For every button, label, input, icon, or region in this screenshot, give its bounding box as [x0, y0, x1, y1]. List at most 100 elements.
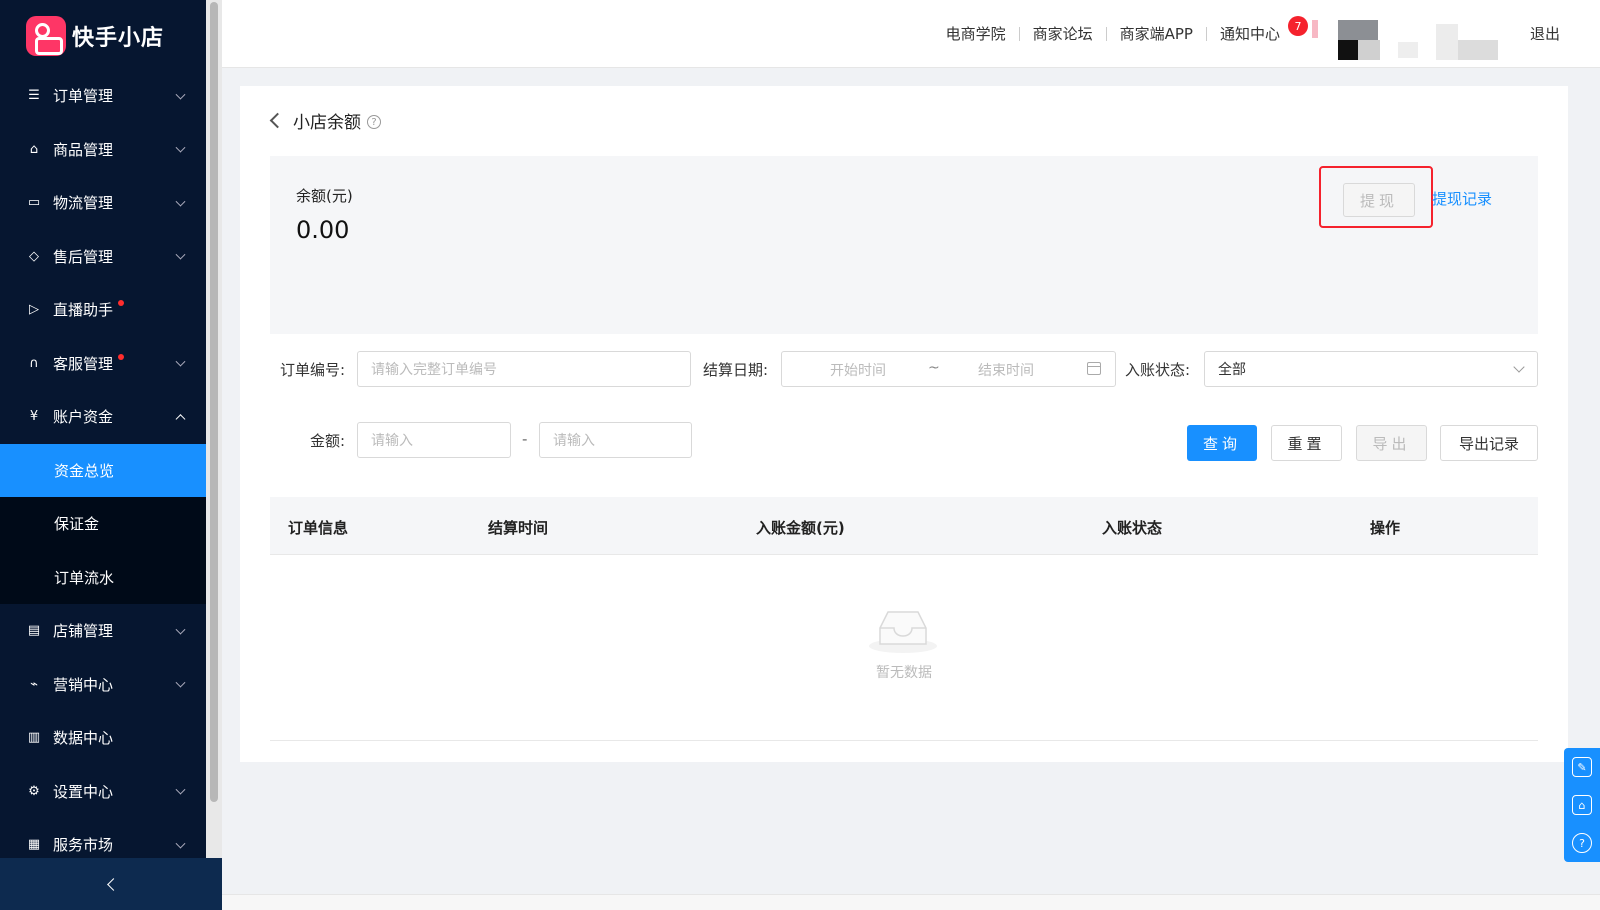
end-date-input[interactable]: 结束时间 [978, 360, 1034, 380]
sidebar-item-settings[interactable]: ⚙ 设置中心 [0, 765, 206, 819]
balance-value: 0.00 [296, 216, 350, 244]
sidebar-item-logistics[interactable]: ▭ 物流管理 [0, 176, 206, 230]
bag-icon: ⌂ [29, 141, 39, 157]
graduation-cap-icon[interactable]: ⌂ [1572, 795, 1592, 815]
status-select-value: 全部 [1218, 362, 1246, 378]
help-icon[interactable]: ? [367, 115, 381, 129]
yen-icon: ¥ [29, 409, 39, 425]
chevron-down-icon [175, 356, 186, 367]
sidebar-item-data[interactable]: ▥ 数据中心 [0, 711, 206, 765]
chevron-down-icon [175, 249, 186, 260]
sidebar-item-label: 客服管理 [53, 354, 114, 373]
reset-button[interactable]: 重置 [1271, 425, 1342, 461]
balance-summary: 余额(元) 0.00 提现 提现记录 [270, 156, 1538, 334]
amount-separator: - [522, 430, 528, 448]
logout-link[interactable]: 退出 [1530, 23, 1560, 44]
sidebar-item-label: 资金总览 [54, 461, 115, 480]
chevron-down-icon [175, 838, 186, 849]
sidebar-item-deposit[interactable]: 保证金 [0, 497, 206, 551]
sidebar-item-order-flow[interactable]: 订单流水 [0, 551, 206, 605]
shield-icon: ◇ [29, 248, 39, 264]
withdraw-button[interactable]: 提现 [1343, 183, 1415, 217]
amount-min-input[interactable]: 请输入 [357, 422, 511, 458]
truck-icon: ▭ [27, 195, 41, 211]
notification-dot [118, 353, 124, 360]
status-select[interactable]: 全部 [1204, 351, 1538, 387]
floating-toolbar: ✎ ⌂ ? [1564, 748, 1600, 862]
link-notification-center[interactable]: 通知中心 [1220, 23, 1280, 44]
logo[interactable]: 快手小店 [26, 14, 164, 58]
kuaishou-logo-icon [26, 16, 66, 56]
sidebar-item-funds-overview[interactable]: 资金总览 [0, 443, 206, 497]
account-funds-submenu: 资金总览 保证金 订单流水 [0, 443, 206, 605]
balance-label: 余额(元) [296, 187, 353, 205]
start-date-input[interactable]: 开始时间 [830, 360, 886, 380]
footer-strip [222, 894, 1600, 910]
sidebar-item-products[interactable]: ⌂ 商品管理 [0, 123, 206, 177]
sidebar-item-label: 直播助手 [53, 301, 114, 320]
back-arrow-icon[interactable] [269, 112, 286, 129]
sidebar-item-label: 数据中心 [53, 729, 114, 748]
sidebar-item-orders[interactable]: ☰ 订单管理 [0, 69, 206, 123]
date-range-picker[interactable]: 开始时间 ~ 结束时间 [781, 351, 1116, 387]
column-header: 入账状态 [1102, 519, 1163, 537]
headset-icon: ∩ [29, 355, 39, 371]
export-button[interactable]: 导出 [1356, 425, 1427, 461]
chevron-down-icon [175, 677, 186, 688]
sidebar-item-label: 设置中心 [53, 782, 114, 801]
column-header: 操作 [1370, 519, 1401, 537]
video-icon: ▷ [29, 302, 39, 318]
store-icon: ▤ [27, 623, 41, 639]
divider [1018, 26, 1020, 41]
chevron-up-icon [175, 413, 186, 424]
sidebar-item-label: 账户资金 [53, 408, 114, 427]
sidebar-item-label: 服务市场 [53, 836, 114, 855]
sidebar-scrollbar[interactable] [206, 0, 222, 858]
column-header: 入账金额(元) [756, 519, 845, 537]
order-no-input[interactable]: 请输入完整订单编号 [357, 351, 691, 387]
sidebar-collapse-button[interactable] [0, 858, 222, 910]
table-header: 订单信息 结算时间 入账金额(元) 入账状态 操作 [270, 497, 1538, 555]
edit-icon[interactable]: ✎ [1572, 757, 1592, 777]
amount-label: 金额: [310, 432, 346, 450]
sidebar-item-label: 售后管理 [53, 247, 114, 266]
table-bottom-border [270, 740, 1538, 741]
chart-icon: ⌁ [30, 676, 38, 692]
empty-text: 暂无数据 [876, 665, 932, 681]
help-circle-icon[interactable]: ? [1572, 833, 1592, 853]
sidebar-item-marketing[interactable]: ⌁ 营销中心 [0, 658, 206, 712]
sidebar: 快手小店 ☰ 订单管理 ⌂ 商品管理 ▭ 物流管理 ◇ 售后管理 ▷ 直播助手 [0, 0, 206, 910]
chevron-left-icon [106, 877, 120, 891]
sidebar-item-label: 营销中心 [53, 675, 114, 694]
column-header: 结算时间 [488, 519, 549, 537]
page-title: 小店余额 ? [269, 108, 381, 133]
link-merchant-forum[interactable]: 商家论坛 [1033, 23, 1093, 44]
sidebar-item-label: 保证金 [54, 515, 100, 534]
scrollbar-thumb[interactable] [210, 2, 218, 802]
notification-badge: 7 [1288, 16, 1308, 36]
grid-icon: ▦ [27, 837, 41, 853]
calendar-icon [1087, 362, 1101, 375]
balance-card: 小店余额 ? 余额(元) 0.00 提现 提现记录 订单编号: 请输入完整订单编… [240, 86, 1568, 762]
page-title-text: 小店余额 [293, 113, 361, 133]
sidebar-item-label: 订单管理 [53, 87, 114, 106]
query-button[interactable]: 查询 [1187, 425, 1257, 461]
user-avatar-blurred[interactable] [1312, 20, 1504, 62]
chevron-down-icon [175, 142, 186, 153]
sidebar-item-store[interactable]: ▤ 店铺管理 [0, 604, 206, 658]
chevron-down-icon [175, 89, 186, 100]
amount-max-input[interactable]: 请输入 [539, 422, 692, 458]
link-ecommerce-academy[interactable]: 电商学院 [946, 23, 1006, 44]
sidebar-item-aftersale[interactable]: ◇ 售后管理 [0, 230, 206, 284]
column-header: 订单信息 [288, 519, 349, 537]
app-name: 快手小店 [72, 26, 165, 51]
sidebar-item-customer-service[interactable]: ∩ 客服管理 [0, 337, 206, 391]
withdraw-record-link[interactable]: 提现记录 [1432, 188, 1492, 209]
divider [1105, 26, 1107, 41]
header-links: 电商学院 商家论坛 商家端APP 通知中心 [946, 23, 1280, 44]
sidebar-item-label: 订单流水 [54, 568, 115, 587]
export-record-button[interactable]: 导出记录 [1440, 425, 1538, 461]
sidebar-item-account-funds[interactable]: ¥ 账户资金 [0, 390, 206, 444]
link-merchant-app[interactable]: 商家端APP [1120, 23, 1193, 44]
sidebar-item-live[interactable]: ▷ 直播助手 [0, 283, 206, 337]
